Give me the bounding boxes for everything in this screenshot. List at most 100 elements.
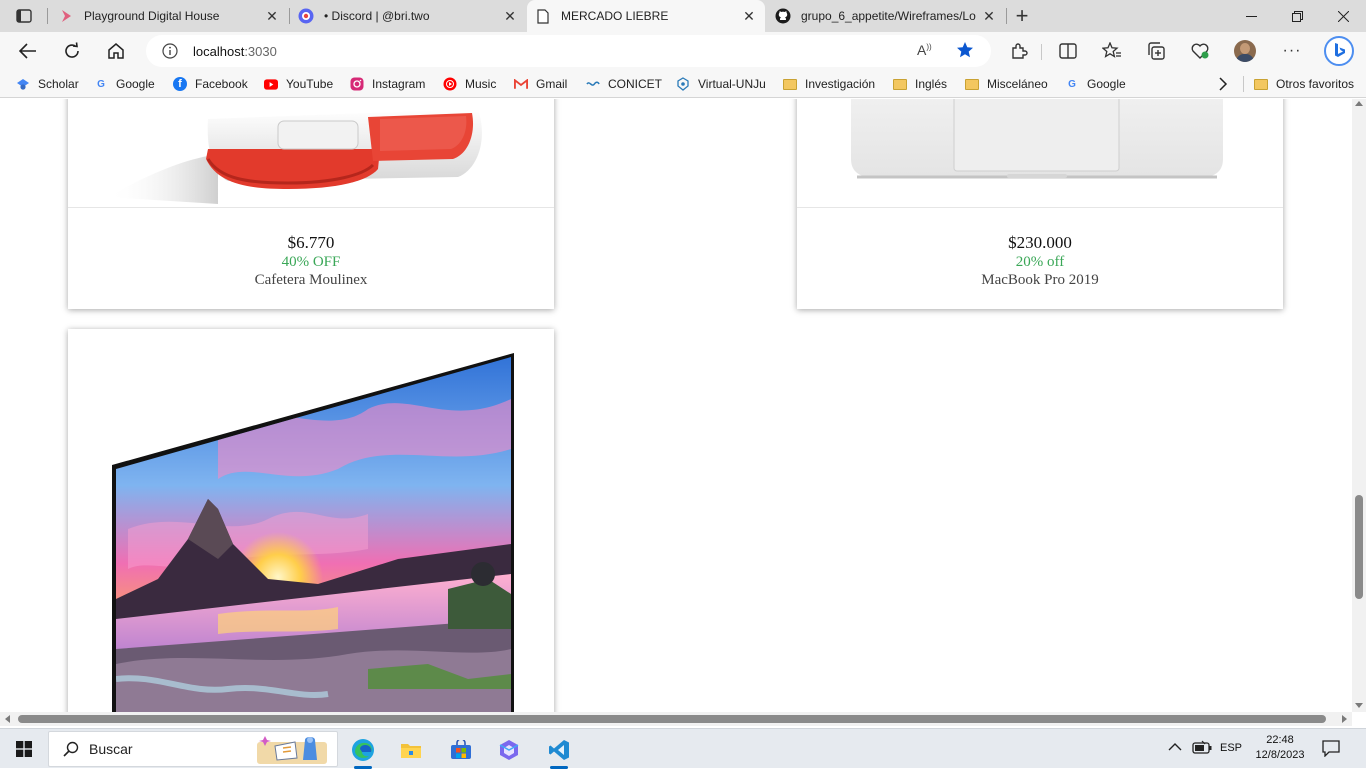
coffee-maker-image[interactable] <box>68 99 554 207</box>
unju-icon <box>676 77 690 91</box>
bookmark-google[interactable]: G Google <box>94 76 155 92</box>
tab-actions-icon[interactable] <box>8 4 40 28</box>
search-icon <box>63 741 79 757</box>
close-icon[interactable]: ✕ <box>741 8 757 25</box>
taskbar-search-box[interactable]: Buscar <box>48 731 338 767</box>
bookmark-facebook[interactable]: f Facebook <box>173 76 248 92</box>
home-button[interactable] <box>100 35 132 67</box>
back-button[interactable] <box>12 35 44 67</box>
search-highlight-icon <box>257 734 333 764</box>
address-bar[interactable]: localhost:3030 A)) <box>146 35 991 67</box>
bookmark-scholar[interactable]: Scholar <box>16 76 79 92</box>
folder-icon <box>1254 77 1268 91</box>
product-card[interactable]: $230.000 20% off MacBook Pro 2019 <box>797 99 1283 309</box>
tv-image[interactable] <box>68 329 554 712</box>
laptop-image[interactable] <box>797 99 1283 207</box>
bookmark-folder-investigacion[interactable]: Investigación <box>783 76 875 92</box>
product-price: $6.770 <box>287 233 335 252</box>
close-icon[interactable]: ✕ <box>264 8 280 25</box>
horizontal-scrollbar[interactable] <box>0 712 1352 726</box>
product-card[interactable] <box>68 329 554 712</box>
restore-button[interactable] <box>1274 0 1320 32</box>
gmail-icon <box>514 77 528 91</box>
close-icon[interactable]: ✕ <box>981 8 997 25</box>
bookmark-folder-miscelaneo[interactable]: Misceláneo <box>965 76 1048 92</box>
profile-avatar[interactable] <box>1234 40 1256 62</box>
facebook-icon: f <box>173 77 187 91</box>
product-discount: 20% off <box>1015 254 1065 270</box>
bookmark-instagram[interactable]: Instagram <box>350 76 425 92</box>
vertical-scroll-thumb[interactable] <box>1355 495 1363 599</box>
conicet-icon <box>586 77 600 91</box>
bookmark-virtual-unju[interactable]: Virtual-UNJu <box>676 76 766 92</box>
discord-icon <box>298 8 314 24</box>
clock-time: 22:48 <box>1266 734 1294 746</box>
scroll-left-arrow-icon[interactable] <box>5 715 10 723</box>
bookmark-folder-ingles[interactable]: Inglés <box>893 76 947 92</box>
read-aloud-icon[interactable]: A)) <box>917 42 932 58</box>
file-explorer-icon[interactable] <box>392 731 430 769</box>
edge-taskbar-icon[interactable] <box>344 731 382 769</box>
digital-house-icon <box>58 8 74 24</box>
split-screen-icon[interactable] <box>1052 35 1084 67</box>
collections-icon[interactable] <box>1140 35 1172 67</box>
instagram-icon <box>350 77 364 91</box>
product-card[interactable]: $6.770 40% OFF Cafetera Moulinex <box>68 99 554 309</box>
battery-icon[interactable] <box>1192 740 1214 758</box>
tab-github[interactable]: grupo_6_appetite/Wireframes/Lo ✕ <box>767 0 1005 32</box>
product-name: Cafetera Moulinex <box>254 272 368 288</box>
scroll-down-arrow-icon[interactable] <box>1355 703 1363 708</box>
tab-mercado-liebre[interactable]: MERCADO LIEBRE ✕ <box>527 0 765 32</box>
microsoft-store-icon[interactable] <box>442 731 480 769</box>
extensions-icon[interactable] <box>1003 35 1035 67</box>
tab-playground[interactable]: Playground Digital House ✕ <box>50 0 288 32</box>
vscode-taskbar-icon[interactable] <box>540 731 578 769</box>
bookmarks-bar: Scholar G Google f Facebook YouTube Inst… <box>0 70 1366 98</box>
clock-date: 12/8/2023 <box>1255 749 1305 761</box>
show-hidden-icons-chevron-icon[interactable] <box>1168 741 1184 757</box>
bookmark-youtube[interactable]: YouTube <box>264 76 333 92</box>
new-tab-button[interactable]: + <box>1008 0 1036 32</box>
minimize-button[interactable] <box>1228 0 1274 32</box>
product-discount: 40% OFF <box>281 254 341 270</box>
bookmark-google-2[interactable]: G Google <box>1065 76 1126 92</box>
close-window-button[interactable] <box>1320 0 1366 32</box>
bookmark-otros-favoritos[interactable]: Otros favoritos <box>1254 76 1354 92</box>
tab-title: Playground Digital House <box>84 9 220 23</box>
favorite-star-icon[interactable] <box>956 41 974 62</box>
youtube-icon <box>264 77 278 91</box>
horizontal-scroll-thumb[interactable] <box>18 715 1326 723</box>
notifications-icon[interactable] <box>1322 739 1342 759</box>
favorites-icon[interactable] <box>1096 35 1128 67</box>
bookmark-gmail[interactable]: Gmail <box>514 76 567 92</box>
clock[interactable]: 22:48 12/8/2023 <box>1252 733 1308 763</box>
vertical-scrollbar[interactable] <box>1352 99 1366 712</box>
github-icon <box>775 8 791 24</box>
tab-discord[interactable]: • Discord | @bri.two ✕ <box>290 0 526 32</box>
product-name: MacBook Pro 2019 <box>981 272 1099 288</box>
site-info-icon[interactable] <box>162 43 178 59</box>
tab-strip: Playground Digital House ✕ • Discord | @… <box>0 0 1366 32</box>
folder-icon <box>783 77 797 91</box>
bookmark-conicet[interactable]: CONICET <box>586 76 662 92</box>
url-host: localhost <box>193 43 245 59</box>
browser-toolbar: localhost:3030 A)) ··· <box>0 32 1366 70</box>
performance-icon[interactable] <box>1184 35 1216 67</box>
tab-title: grupo_6_appetite/Wireframes/Lo <box>801 9 976 23</box>
search-placeholder: Buscar <box>89 741 133 757</box>
scroll-right-arrow-icon[interactable] <box>1342 715 1347 723</box>
language-indicator[interactable]: ESP <box>1220 742 1242 754</box>
refresh-button[interactable] <box>56 35 88 67</box>
bookmark-music[interactable]: Music <box>443 76 496 92</box>
more-options-icon[interactable]: ··· <box>1276 35 1308 67</box>
music-icon <box>443 77 457 91</box>
start-button[interactable] <box>8 733 40 765</box>
close-icon[interactable]: ✕ <box>502 8 518 25</box>
copilot-taskbar-icon[interactable] <box>490 731 528 769</box>
bookmarks-overflow-chevron-icon[interactable] <box>1218 76 1228 92</box>
scholar-icon <box>16 77 30 91</box>
bing-copilot-icon[interactable] <box>1322 34 1356 68</box>
url-text: localhost:3030 <box>193 44 277 59</box>
url-port: :3030 <box>244 43 277 59</box>
scroll-up-arrow-icon[interactable] <box>1355 101 1363 106</box>
